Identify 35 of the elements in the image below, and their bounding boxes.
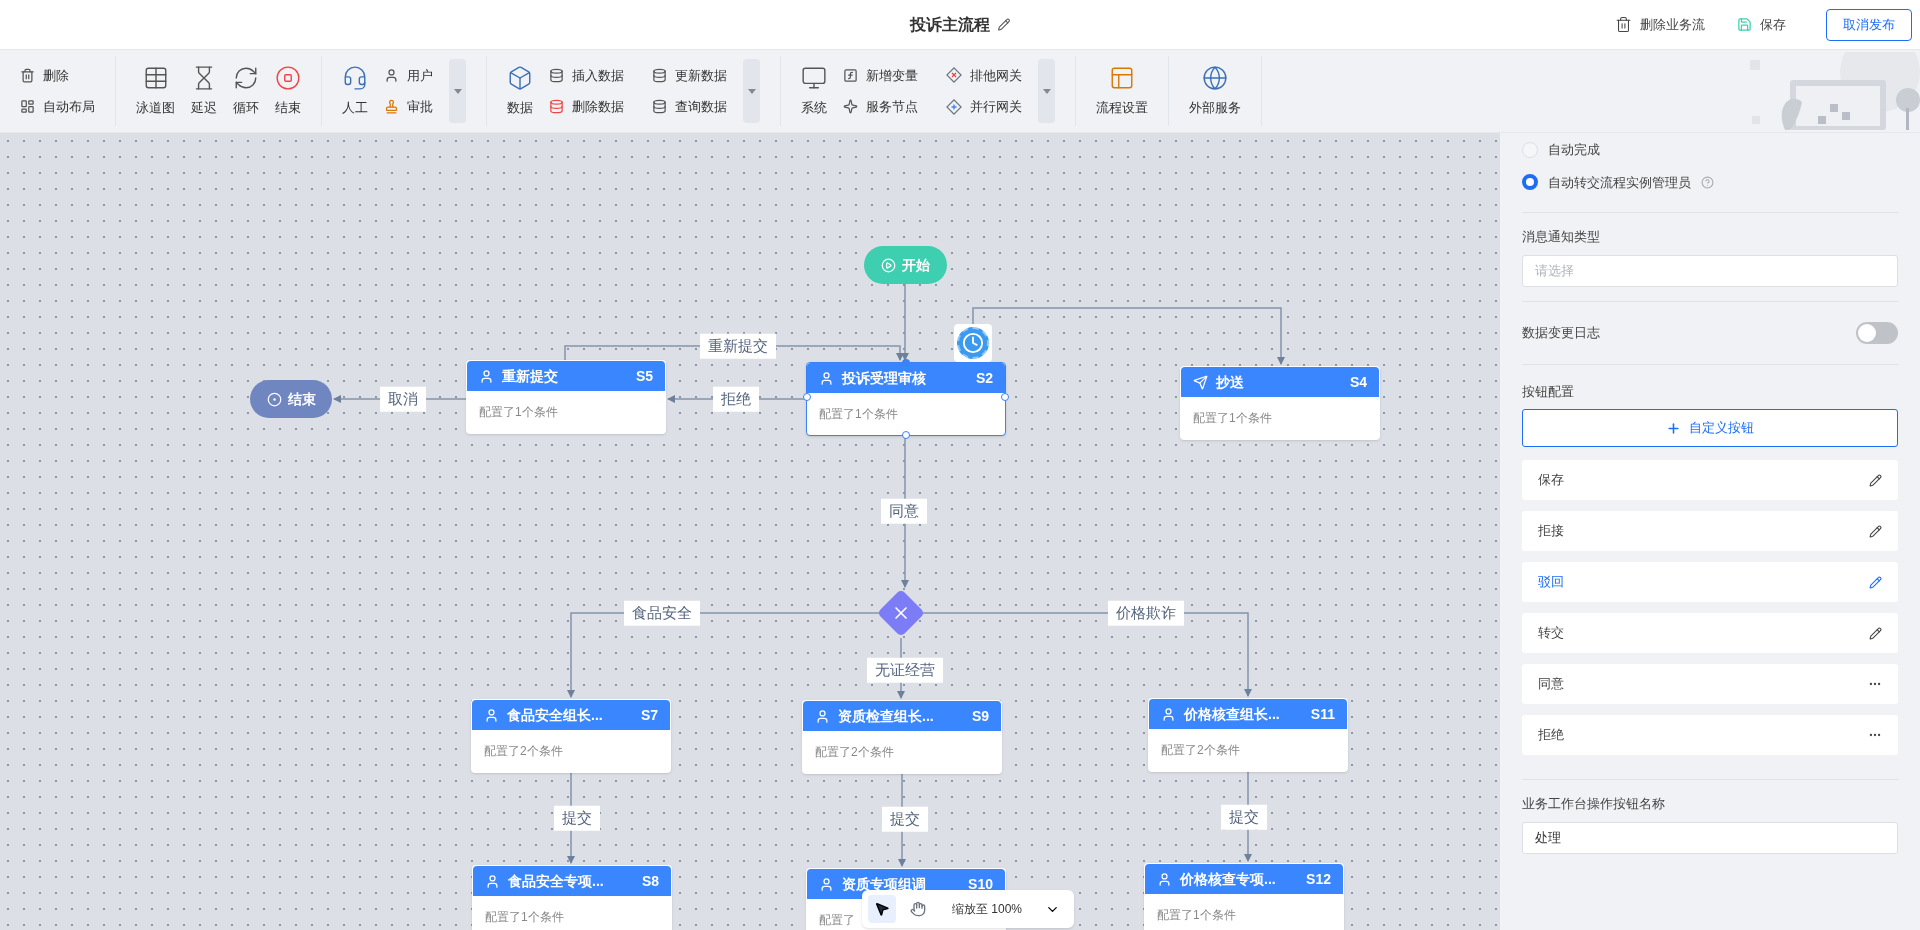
node-title: 资质专项组调: [842, 874, 926, 894]
node-condition: 配置了1个条件: [1193, 410, 1272, 427]
node-condition: 配置了2个条件: [484, 743, 563, 760]
node-title: 价格核查专项...: [1180, 869, 1276, 889]
node-title: 价格核查组长...: [1184, 704, 1280, 724]
node-title: 投诉受理审核: [842, 368, 926, 388]
field-label: 业务工作台操作按钮名称: [1522, 795, 1666, 813]
field-label: 消息通知类型: [1522, 228, 1601, 246]
node-id: S10: [968, 874, 993, 894]
node-id: S4: [1349, 372, 1367, 392]
node-condition: 配置了1个条件: [819, 406, 898, 423]
radio-label: 自动转交流程实例管理员: [1548, 173, 1691, 192]
node-title: 抄送: [1216, 372, 1244, 392]
node-id: S11: [1310, 704, 1335, 724]
node-title: 重新提交: [502, 366, 558, 386]
radio-label: 自动完成: [1548, 141, 1600, 159]
node-id: S5: [635, 366, 653, 386]
node-title: 资质检查组长...: [838, 706, 934, 726]
node-condition: 配置了: [819, 912, 855, 929]
node-condition: 配置了2个条件: [1161, 742, 1240, 759]
flow-title: 投诉主流程: [909, 14, 990, 35]
node-condition: 配置了1个条件: [1157, 907, 1236, 924]
node-id: S9: [971, 706, 989, 726]
node-title: 食品安全组长...: [507, 705, 603, 725]
node-id: S7: [640, 705, 658, 725]
node-id: S12: [1306, 869, 1331, 889]
node-condition: 配置了1个条件: [479, 404, 558, 421]
node-condition: 配置了2个条件: [815, 744, 894, 761]
node-id: S8: [641, 871, 659, 891]
node-title: 食品安全专项...: [508, 871, 604, 891]
section-label: 按钮配置: [1522, 382, 1575, 401]
node-condition: 配置了1个条件: [485, 909, 564, 926]
field-label: 数据变更日志: [1522, 323, 1600, 342]
node-id: S2: [975, 368, 993, 388]
zoom-level: 缩放至 100%: [952, 901, 1023, 918]
